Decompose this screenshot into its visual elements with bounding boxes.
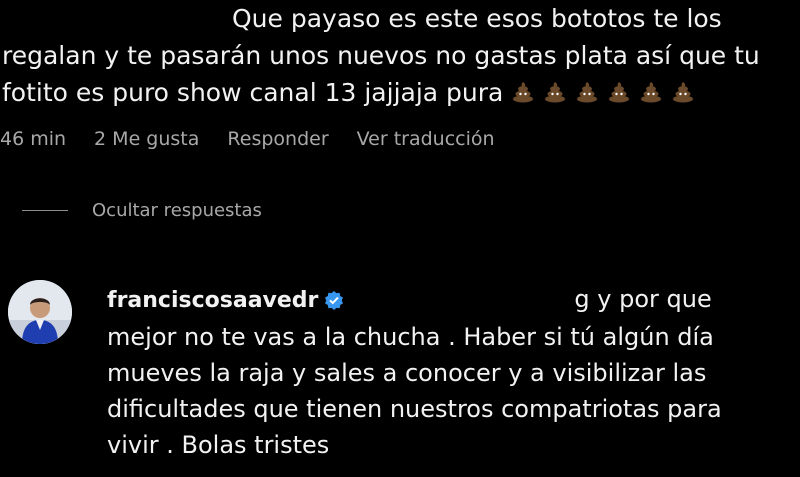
avatar-photo — [8, 280, 72, 344]
poop-emoji — [577, 82, 598, 103]
reply-button[interactable]: Responder — [227, 128, 328, 150]
reply-line: mejor no te vas a la chucha . Haber si t… — [107, 323, 714, 351]
comment-line: fotito es puro show canal 13 jajjaja pur… — [2, 74, 792, 111]
poop-emoji — [609, 82, 630, 103]
reply-line: vivir . Bolas tristes — [107, 431, 330, 459]
comment-line: regalan y te pasarán unos nuevos no gast… — [2, 41, 760, 70]
hide-replies-button[interactable]: Ocultar respuestas — [0, 200, 262, 221]
comment-line-text: fotito es puro show canal 13 jajjaja pur… — [2, 78, 504, 107]
comment-time: 46 min — [0, 128, 67, 150]
comment-meta: 46 min 2 Me gusta Responder Ver traducci… — [0, 128, 495, 150]
hide-replies-label: Ocultar respuestas — [92, 200, 262, 221]
poop-emoji — [545, 82, 566, 103]
poop-emoji — [673, 82, 694, 103]
divider-line — [22, 210, 68, 211]
reply-line: dificultades que tienen nuestros compatr… — [107, 395, 722, 423]
reply-username[interactable]: franciscosaavedr — [107, 288, 318, 313]
likes-count-button[interactable]: 2 Me gusta — [94, 128, 199, 150]
reply-line: mueves la raja y sales a conocer y a vis… — [107, 359, 707, 387]
comment-line: Que payaso es este esos bototos te los — [232, 4, 722, 33]
reply-header-line: franciscosaavedr g y por que — [107, 281, 787, 319]
avatar[interactable] — [8, 280, 72, 344]
reply-line: g y por que — [574, 285, 712, 313]
poop-emoji — [513, 82, 534, 103]
see-translation-button[interactable]: Ver traducción — [357, 128, 495, 150]
emoji-row — [503, 78, 695, 107]
verified-badge-icon — [324, 284, 344, 310]
reply-comment: franciscosaavedr g y por que mejor no te … — [107, 281, 787, 463]
comment-text: Que payaso es este esos bototos te los r… — [2, 0, 792, 111]
poop-emoji — [641, 82, 662, 103]
